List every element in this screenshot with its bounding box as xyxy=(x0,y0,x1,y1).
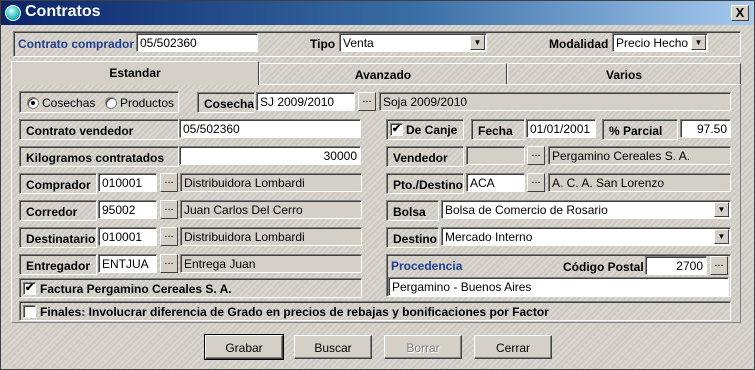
codigo-postal-label: Código Postal xyxy=(563,260,644,274)
cosecha-label: Cosecha xyxy=(197,92,255,113)
factura-label[interactable]: Factura Pergamino Cereales S. A. xyxy=(40,282,232,296)
app-icon xyxy=(5,5,21,21)
comprador-description: Distribuidora Lombardi xyxy=(180,173,362,192)
parcial-input[interactable]: 97.50 xyxy=(680,119,731,138)
buscar-label: Buscar xyxy=(314,341,352,355)
factura-checkbox[interactable]: ✔ xyxy=(23,282,36,295)
destino-value: Mercado Interno xyxy=(445,230,533,244)
codigo-postal-lookup-button[interactable]: ... xyxy=(710,256,728,275)
comprador-lookup-button[interactable]: ... xyxy=(160,173,178,192)
chevron-down-icon[interactable]: ▼ xyxy=(691,35,706,50)
fecha-label: Fecha xyxy=(471,119,525,140)
destinatario-code-input[interactable]: 010001 xyxy=(98,227,157,246)
corredor-lookup-button[interactable]: ... xyxy=(160,200,178,219)
codigo-postal-input[interactable]: 2700 xyxy=(645,256,707,275)
entregador-code-input[interactable]: ENTJUA xyxy=(98,254,157,273)
pto-destino-label: Pto./Destino xyxy=(386,173,464,194)
productos-radio[interactable] xyxy=(105,97,117,109)
vendedor-label: Vendedor xyxy=(386,146,464,167)
bolsa-select[interactable]: Bolsa de Comercio de Rosario ▼ xyxy=(441,200,731,219)
destino-label: Destino xyxy=(386,227,439,248)
destino-select[interactable]: Mercado Interno ▼ xyxy=(441,227,731,246)
contrato-vendedor-label: Contrato vendedor xyxy=(19,119,179,140)
corredor-label: Corredor xyxy=(19,200,97,221)
procedencia-label: Procedencia xyxy=(391,259,463,273)
cosecha-lookup-button[interactable]: ... xyxy=(358,92,376,111)
kilogramos-label: Kilogramos contratados xyxy=(19,146,179,167)
cerrar-label: Cerrar xyxy=(495,341,530,355)
parcial-label: % Parcial xyxy=(602,119,678,140)
vendedor-description: Pergamino Cereales S. A. xyxy=(548,146,731,165)
destinatario-lookup-button[interactable]: ... xyxy=(160,227,178,246)
productos-label[interactable]: Productos xyxy=(120,96,174,110)
entregador-lookup-button[interactable]: ... xyxy=(160,254,178,273)
pto-destino-code-input[interactable]: ACA xyxy=(466,173,525,192)
tab-avanzado[interactable]: Avanzado xyxy=(259,63,507,85)
comprador-label: Comprador xyxy=(19,173,97,194)
pto-destino-description: A. C. A. San Lorenzo xyxy=(548,173,731,192)
grabar-button[interactable]: Grabar xyxy=(204,334,284,360)
entregador-label: Entregador xyxy=(19,254,97,275)
entregador-description: Entrega Juan xyxy=(180,254,362,273)
bolsa-label: Bolsa xyxy=(386,200,439,221)
modalidad-select[interactable]: Precio Hecho ▼ xyxy=(612,33,708,52)
grabar-label: Grabar xyxy=(225,341,263,355)
title-bar[interactable]: Contratos X xyxy=(1,1,754,25)
tipo-label: Tipo xyxy=(310,37,336,51)
cosecha-description: Soja 2009/2010 xyxy=(379,92,731,111)
de-canje-checkbox[interactable]: ✔ xyxy=(390,123,403,136)
contrato-comprador-input[interactable]: 05/502360 xyxy=(136,33,258,52)
buscar-button[interactable]: Buscar xyxy=(294,335,372,359)
destinatario-label: Destinatario xyxy=(19,227,97,248)
fecha-input[interactable]: 01/01/2001 xyxy=(526,119,596,138)
modalidad-label: Modalidad xyxy=(549,37,609,51)
vendedor-code-input[interactable] xyxy=(466,146,525,165)
chevron-down-icon[interactable]: ▼ xyxy=(714,202,729,217)
bolsa-value: Bolsa de Comercio de Rosario xyxy=(445,203,608,217)
vendedor-lookup-button[interactable]: ... xyxy=(527,146,545,165)
cosechas-radio[interactable] xyxy=(27,97,39,109)
pto-destino-lookup-button[interactable]: ... xyxy=(527,173,545,192)
destinatario-description: Distribuidora Lombardi xyxy=(180,227,362,246)
procedencia-input[interactable]: Pergamino - Buenos Aires xyxy=(388,277,729,296)
cerrar-button[interactable]: Cerrar xyxy=(474,335,552,359)
tab-varios[interactable]: Varios xyxy=(507,63,741,85)
corredor-code-input[interactable]: 95002 xyxy=(98,200,157,219)
corredor-description: Juan Carlos Del Cerro xyxy=(180,200,362,219)
modalidad-value: Precio Hecho xyxy=(616,36,689,50)
tipo-value: Venta xyxy=(343,36,374,50)
chevron-down-icon[interactable]: ▼ xyxy=(470,35,485,50)
contratos-window: Contratos X Contrato comprador 05/502360… xyxy=(0,0,755,370)
cosechas-label[interactable]: Cosechas xyxy=(42,96,95,110)
kilogramos-input[interactable]: 30000 xyxy=(179,146,361,165)
finales-checkbox[interactable] xyxy=(23,305,36,318)
tipo-select[interactable]: Venta ▼ xyxy=(339,33,487,52)
borrar-label: Borrar xyxy=(406,341,440,355)
cosecha-code-input[interactable]: SJ 2009/2010 xyxy=(256,92,355,111)
window-title: Contratos xyxy=(25,3,101,20)
finales-label[interactable]: Finales: Involucrar diferencia de Grado … xyxy=(40,305,549,319)
tab-estandar[interactable]: Estandar xyxy=(11,61,259,85)
comprador-code-input[interactable]: 010001 xyxy=(98,173,157,192)
contrato-vendedor-input[interactable]: 05/502360 xyxy=(179,119,361,138)
close-button[interactable]: X xyxy=(731,5,749,21)
borrar-button[interactable]: Borrar xyxy=(384,335,462,359)
contrato-comprador-label: Contrato comprador xyxy=(18,37,135,51)
de-canje-label[interactable]: De Canje xyxy=(406,123,457,137)
chevron-down-icon[interactable]: ▼ xyxy=(714,229,729,244)
